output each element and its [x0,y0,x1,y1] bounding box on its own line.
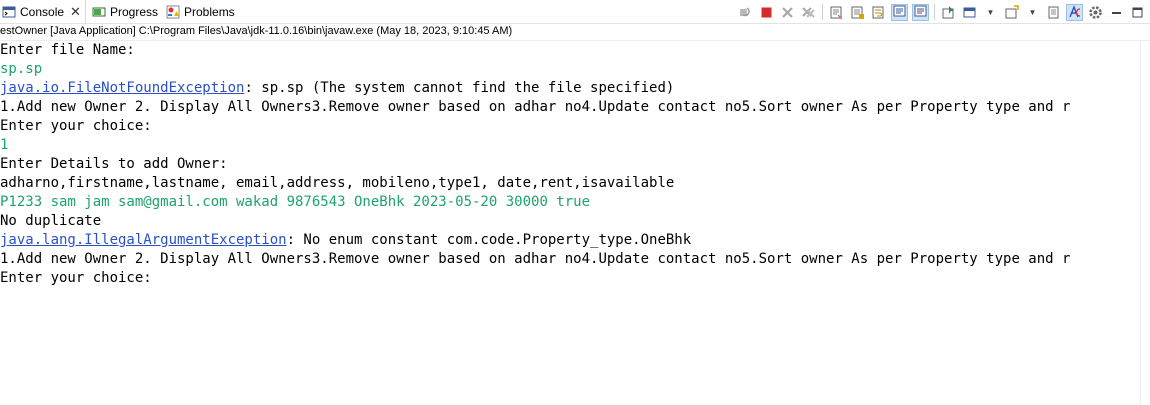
show-on-stderr-icon[interactable] [912,3,929,21]
console-line: java.lang.IllegalArgumentException: No e… [0,231,1141,250]
launch-description: estOwner [Java Application] C:\Program F… [0,23,1150,41]
console-line: adharno,firstname,lastname, email,addres… [0,175,675,191]
console-toolbar: ▼ ▼ [737,2,1146,22]
show-on-stdout-icon[interactable] [891,3,908,21]
progress-icon [92,5,106,19]
console-input-line: 1 [0,137,9,153]
tab-console[interactable]: Console ✕ [2,0,86,23]
console-output[interactable]: Enter file Name: sp.sp java.io.FileNotFo… [0,41,1141,405]
scroll-lock-icon[interactable] [849,4,866,21]
exception-link[interactable]: java.io.FileNotFoundException [0,80,244,96]
exception-link[interactable]: java.lang.IllegalArgumentException [0,232,287,248]
exception-message: : sp.sp (The system cannot find the file… [244,80,675,96]
terminate-relaunch-icon[interactable] [737,4,754,21]
tab-problems-label: Problems [184,4,235,19]
settings-icon[interactable] [1087,4,1104,21]
exception-message: : No enum constant com.code.Property_typ… [286,232,692,248]
remove-all-terminated-icon[interactable] [800,4,817,21]
console-line: Enter your choice: [0,270,152,286]
chevron-down-icon[interactable]: ▼ [982,4,999,21]
console-line: Enter your choice: [0,118,152,134]
console-input-line: sp.sp [0,61,43,77]
display-selected-console-icon[interactable] [961,4,978,21]
console-line: No duplicate [0,213,102,229]
pin-console-icon[interactable] [940,4,957,21]
toggle-icon[interactable] [1045,4,1062,21]
console-line: Enter Details to add Owner: [0,156,228,172]
console-line: 1.Add new Owner 2. Display All Owners3.R… [0,99,1071,115]
word-wrap-icon[interactable] [870,4,887,21]
console-input-line: P1233 sam jam sam@gmail.com wakad 987654… [0,194,591,210]
problems-icon [166,5,180,19]
minimize-icon[interactable] [1108,4,1125,21]
format-icon[interactable] [1066,3,1083,21]
console-icon [2,5,16,19]
open-console-icon[interactable] [1003,4,1020,21]
terminate-icon[interactable] [758,4,775,21]
console-line: Enter file Name: [0,42,135,58]
console-line: 1.Add new Owner 2. Display All Owners3.R… [0,251,1071,267]
remove-launch-icon[interactable] [779,4,796,21]
maximize-icon[interactable] [1129,4,1146,21]
vertical-scrollbar[interactable] [1140,41,1150,405]
close-icon[interactable]: ✕ [70,4,81,20]
console-line: java.io.FileNotFoundException: sp.sp (Th… [0,79,1141,98]
tab-progress-label: Progress [110,4,159,19]
tab-progress[interactable]: Progress [92,0,158,23]
chevron-down-icon[interactable]: ▼ [1024,4,1041,21]
toolbar-separator [934,4,935,20]
toolbar-separator [822,4,823,20]
tab-problems[interactable]: Problems [166,0,235,23]
tab-console-label: Console [20,4,65,19]
view-tab-bar: Console ✕ Progress Problems ▼ ▼ [0,0,1150,24]
clear-console-icon[interactable] [828,4,845,21]
